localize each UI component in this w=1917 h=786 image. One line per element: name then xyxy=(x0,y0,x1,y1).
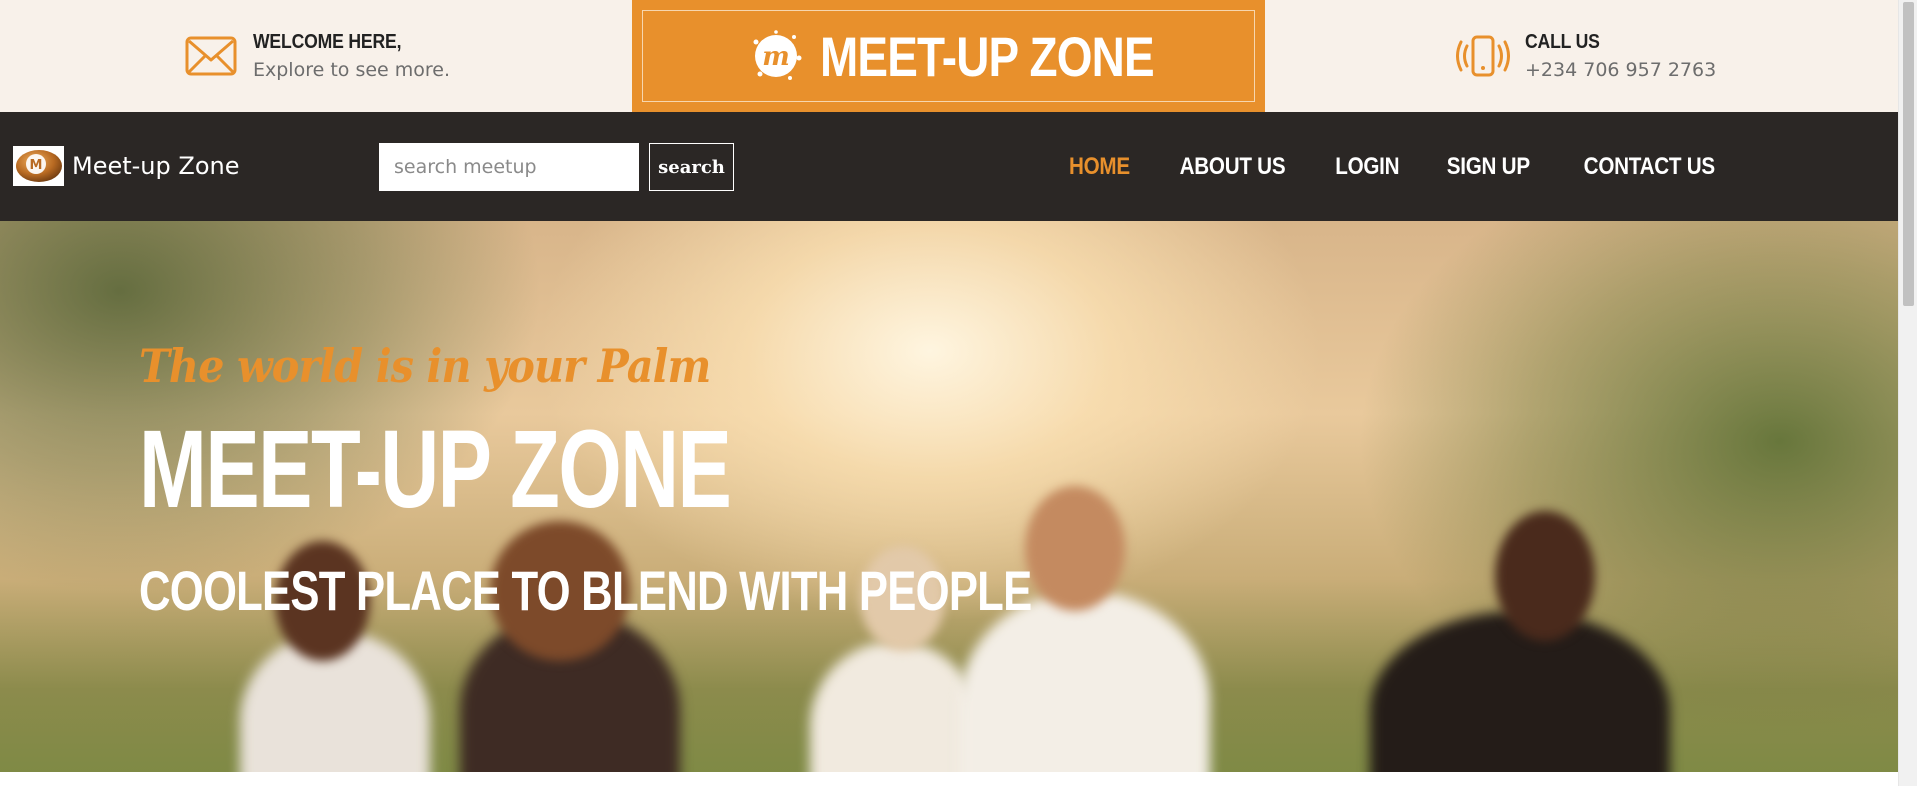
meetup-logo-icon: m xyxy=(748,28,804,84)
vertical-scrollbar[interactable] xyxy=(1898,0,1917,786)
welcome-subtitle: Explore to see more. xyxy=(253,58,451,81)
search-input[interactable] xyxy=(379,143,639,191)
nav-item-login: LOGIN xyxy=(1312,153,1423,181)
envelope-icon xyxy=(183,28,239,84)
nav-link-about-us[interactable]: ABOUT US xyxy=(1179,153,1285,181)
nav-link-home[interactable]: HOME xyxy=(1069,153,1130,181)
scrollbar-thumb[interactable] xyxy=(1903,2,1914,306)
navbar-logo-letter: M xyxy=(29,158,42,173)
contact-block: CALL US +234 706 957 2763 xyxy=(1455,0,1716,112)
contact-phone[interactable]: +234 706 957 2763 xyxy=(1525,58,1716,84)
nav-item-contact: CONTACT US xyxy=(1555,153,1744,181)
search-button[interactable]: search xyxy=(649,143,734,191)
page: WELCOME HERE, Explore to see more. m MEE… xyxy=(0,0,1917,786)
contact-title: CALL US xyxy=(1525,30,1600,53)
brand-title: MEET-UP ZONE xyxy=(819,24,1155,88)
hero-person-3 xyxy=(810,641,980,772)
brand-banner-inner: m MEET-UP ZONE xyxy=(642,10,1255,102)
nav-menu: HOME ABOUT US LOGIN SIGN UP CONTACT US xyxy=(1046,112,1743,221)
nav-item-signup: SIGN UP xyxy=(1422,153,1555,181)
contact-text: CALL US +234 706 957 2763 xyxy=(1525,29,1716,84)
page-bottom-edge xyxy=(0,772,1898,786)
phone-icon xyxy=(1455,28,1511,84)
navbar-brand-link[interactable]: M Meet-up Zone xyxy=(13,146,239,186)
brand-banner: m MEET-UP ZONE xyxy=(632,0,1265,112)
hero-section: The world is in your Palm MEET-UP ZONE C… xyxy=(0,221,1898,772)
navbar-brand-label: Meet-up Zone xyxy=(72,152,240,180)
hero-person-5-head xyxy=(1495,511,1595,641)
top-header: WELCOME HERE, Explore to see more. m MEE… xyxy=(0,0,1898,112)
hero-content: The world is in your Palm MEET-UP ZONE C… xyxy=(139,339,1283,619)
main-navbar: M Meet-up Zone search HOME ABOUT US LOGI… xyxy=(0,112,1898,221)
hero-tagline: The world is in your Palm xyxy=(139,339,711,393)
meetup-logo-letter: m xyxy=(762,42,790,72)
nav-item-home: HOME xyxy=(1046,153,1153,181)
welcome-title: WELCOME HERE, xyxy=(253,30,402,53)
hero-person-5 xyxy=(1370,611,1670,772)
navbar-logo-icon: M xyxy=(13,146,64,186)
welcome-block: WELCOME HERE, Explore to see more. xyxy=(183,0,450,112)
nav-link-contact-us[interactable]: CONTACT US xyxy=(1584,153,1715,181)
hero-subtitle: COOLEST PLACE TO BLEND WITH PEOPLE xyxy=(139,559,1032,622)
hero-title: MEET-UP ZONE xyxy=(139,408,732,531)
welcome-text: WELCOME HERE, Explore to see more. xyxy=(253,29,450,84)
nav-link-sign-up[interactable]: SIGN UP xyxy=(1447,153,1530,181)
nav-link-login[interactable]: LOGIN xyxy=(1335,153,1399,181)
nav-item-about: ABOUT US xyxy=(1153,153,1312,181)
